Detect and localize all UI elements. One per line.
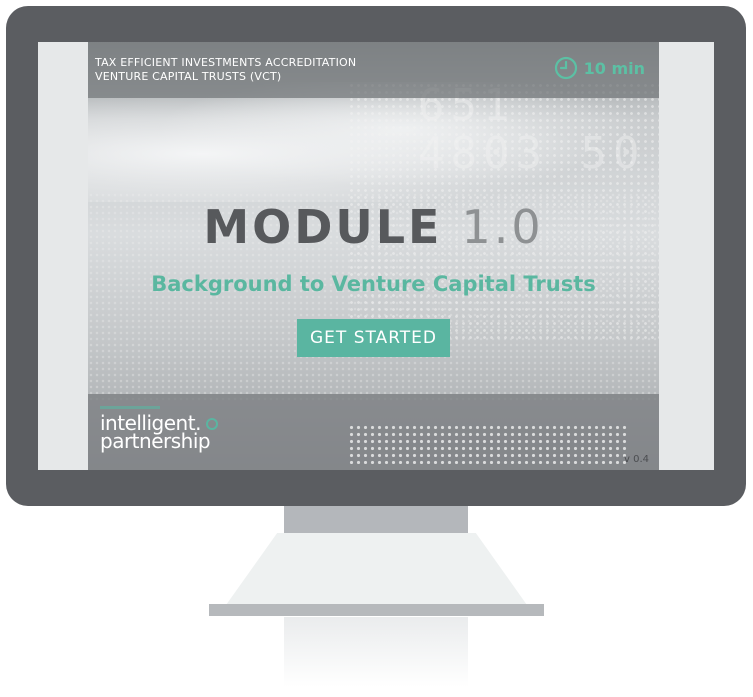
logo-accent-line: [100, 406, 160, 409]
stand-reflection: [284, 617, 468, 687]
logo-dot-icon: [206, 418, 218, 430]
logo-line-2: partnership: [100, 429, 211, 453]
module-slide: 651 4803 50 TAX EFFICIENT INVESTMENTS AC…: [88, 42, 659, 470]
monitor-foot: [209, 604, 544, 616]
module-title: MODULE 1.0: [88, 200, 659, 254]
monitor-neck: [284, 506, 468, 534]
header-bar: TAX EFFICIENT INVESTMENTS ACCREDITATION …: [88, 42, 659, 98]
monitor-stand: [226, 533, 527, 605]
clock-icon: [554, 56, 577, 80]
footer-bar: intelligent. partnership v 0.4: [88, 394, 659, 470]
version-label: v 0.4: [624, 454, 649, 465]
footer-dot-pattern: [348, 424, 628, 464]
intelligent-partnership-logo: intelligent. partnership: [100, 413, 211, 453]
duration-label: 10 min: [583, 58, 645, 78]
module-title-word: MODULE: [203, 200, 443, 254]
course-subtitle: VENTURE CAPITAL TRUSTS (VCT): [95, 70, 282, 83]
module-number: 1.0: [461, 200, 544, 254]
course-title: TAX EFFICIENT INVESTMENTS ACCREDITATION: [95, 56, 357, 69]
screen: 651 4803 50 TAX EFFICIENT INVESTMENTS AC…: [38, 42, 714, 470]
monitor-frame: 651 4803 50 TAX EFFICIENT INVESTMENTS AC…: [6, 6, 746, 506]
duration-indicator: 10 min: [554, 56, 645, 80]
module-subtitle: Background to Venture Capital Trusts: [151, 272, 596, 296]
get-started-button[interactable]: GET STARTED: [297, 319, 450, 357]
